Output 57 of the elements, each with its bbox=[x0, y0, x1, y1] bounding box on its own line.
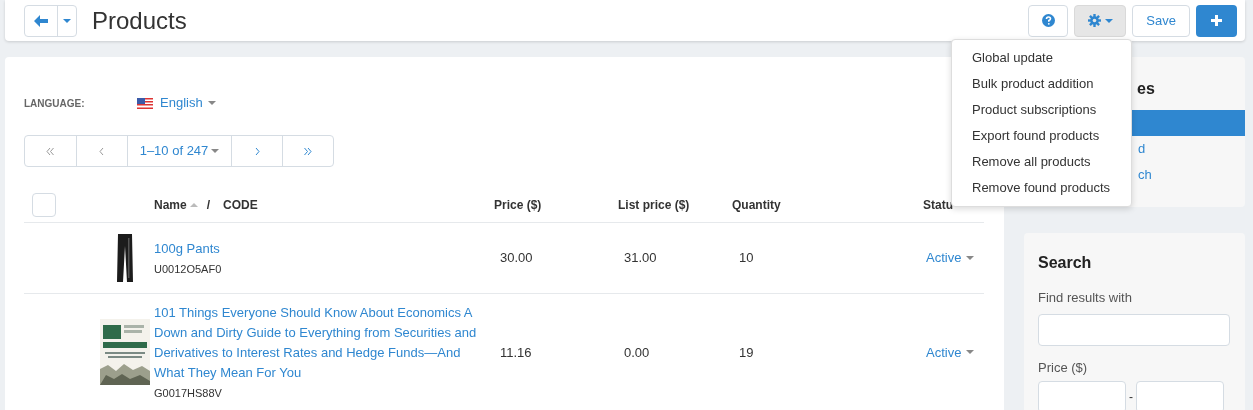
settings-icon bbox=[1087, 14, 1101, 27]
language-selector[interactable]: English bbox=[137, 93, 216, 113]
separator-text: / bbox=[206, 196, 211, 214]
status-dropdown[interactable]: Active bbox=[926, 342, 975, 362]
caret-icon bbox=[211, 149, 220, 153]
column-header[interactable]: Quantity bbox=[732, 197, 781, 212]
flag-icon bbox=[137, 97, 153, 109]
price-text: 30.00 bbox=[499, 250, 533, 266]
plus-icon bbox=[1211, 15, 1222, 26]
panel-heading: es bbox=[1137, 79, 1156, 99]
panel-heading: Search bbox=[1038, 253, 1093, 273]
price-to-field[interactable] bbox=[1136, 381, 1224, 410]
caret-icon bbox=[966, 350, 975, 355]
price-from-field[interactable] bbox=[1038, 381, 1126, 410]
quantity-text: 19 bbox=[738, 344, 754, 360]
caret-icon bbox=[1104, 18, 1113, 23]
language-label: LANGUAGE: bbox=[24, 96, 86, 111]
column-header[interactable]: List price ($) bbox=[618, 197, 690, 212]
caret-icon bbox=[207, 101, 216, 105]
page-title: Products bbox=[92, 5, 187, 36]
column-header[interactable]: Price ($) bbox=[494, 197, 542, 212]
product-code: U0012O5AF0 bbox=[154, 261, 223, 277]
caret-icon bbox=[966, 256, 975, 260]
column-header[interactable]: CODE bbox=[223, 195, 258, 214]
column-header[interactable]: Name bbox=[154, 195, 187, 214]
add-button[interactable] bbox=[1196, 4, 1237, 37]
find-results-field[interactable] bbox=[1038, 313, 1230, 346]
column-header: Statu bbox=[923, 197, 953, 212]
product-name-link[interactable]: 101 Things Everyone Should Know About Economics A Down and Dirty Guide to Everything from Securities and Derivatives to Interest Rates and Hedge Funds—And What They Mean For You bbox=[154, 303, 482, 383]
list-price-text: 0.00 bbox=[623, 344, 650, 360]
menu-item[interactable]: Bulk product addition bbox=[952, 71, 1131, 97]
quantity-text: 10 bbox=[738, 250, 754, 266]
list-price-text: 31.00 bbox=[623, 250, 657, 266]
product-name-link[interactable]: 100g Pants bbox=[154, 238, 482, 259]
sort-icon bbox=[189, 202, 198, 207]
save-button[interactable]: Save bbox=[1132, 4, 1190, 37]
price-text: 11.16 bbox=[499, 344, 532, 360]
settings-dropdown-button[interactable] bbox=[1074, 4, 1127, 37]
menu-item[interactable]: Export found products bbox=[952, 123, 1131, 149]
range-separator: - bbox=[1128, 390, 1134, 404]
help-icon bbox=[1041, 14, 1055, 27]
menu-item[interactable]: Remove all products bbox=[952, 149, 1131, 175]
menu-item[interactable]: Global update bbox=[952, 45, 1131, 71]
double-chevron-right-icon bbox=[304, 147, 313, 155]
help-button[interactable] bbox=[1028, 4, 1069, 37]
field-label: Price ($) bbox=[1038, 358, 1089, 377]
field-label: Find results with bbox=[1038, 289, 1133, 307]
product-code: G0017HS88V bbox=[154, 386, 223, 401]
double-chevron-left-icon bbox=[46, 147, 55, 155]
chevron-right-icon bbox=[254, 147, 260, 155]
select-all-checkbox[interactable] bbox=[32, 192, 56, 217]
menu-item[interactable]: Product subscriptions bbox=[952, 97, 1131, 123]
menu-item[interactable]: Remove found products bbox=[952, 175, 1131, 201]
status-dropdown[interactable]: Active bbox=[926, 248, 975, 268]
caret-icon bbox=[63, 18, 71, 23]
chevron-left-icon bbox=[99, 147, 105, 155]
arrow-left-icon bbox=[34, 14, 48, 27]
